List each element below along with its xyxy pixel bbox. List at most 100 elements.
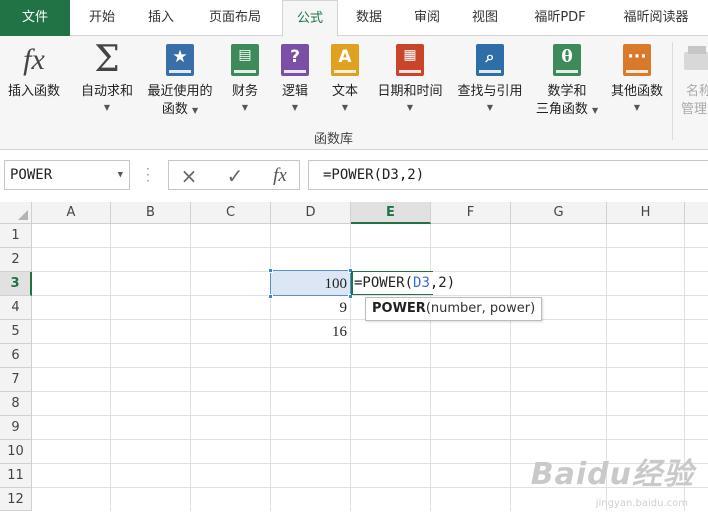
gridline: [32, 247, 708, 248]
name-manager-button[interactable]: 名称 管理: [676, 42, 708, 119]
watermark-logo: Baidu经验: [530, 457, 694, 492]
recently-used-button[interactable]: ★ 最近使用的 函数 ▼: [140, 42, 220, 120]
ribbon-tab-bar: 文件 开始 插入 页面布局 公式 数据 审阅 视图 福昕PDF 福昕阅读器: [0, 0, 708, 37]
chevron-down-icon: ▼: [241, 103, 249, 112]
tab-insert[interactable]: 插入: [134, 0, 188, 36]
math-trig-button[interactable]: θ 数学和 三角函数 ▼: [530, 42, 604, 120]
financial-label: 财务: [231, 84, 258, 99]
formula-reference: D3: [413, 275, 430, 291]
dots-book-icon: ···: [620, 42, 654, 78]
logical-button[interactable]: ? 逻辑 ▼: [272, 42, 318, 114]
row-header-2[interactable]: 2: [0, 248, 32, 272]
insert-function-label: 插入函数: [7, 84, 60, 99]
chevron-down-icon: ▼: [103, 103, 111, 112]
tab-foxit-pdf[interactable]: 福昕PDF: [518, 0, 602, 36]
more-functions-button[interactable]: ··· 其他函数 ▼: [604, 42, 670, 114]
chevron-down-icon[interactable]: ▼: [118, 161, 123, 189]
name-manager-label-line2: 管理: [681, 102, 708, 117]
gridline: [32, 367, 708, 368]
chevron-down-icon: ▼: [633, 103, 641, 112]
watermark-url: jingyan.baidu.com: [595, 498, 688, 509]
date-time-button[interactable]: ▦ 日期和时间 ▼: [370, 42, 450, 114]
group-separator: [672, 42, 673, 140]
chevron-down-icon: ▼: [341, 103, 349, 112]
autosum-button[interactable]: Σ 自动求和 ▼: [74, 42, 140, 114]
function-argument-tooltip[interactable]: POWER(number, power): [365, 297, 543, 321]
row-header-7[interactable]: 7: [0, 368, 32, 392]
question-book-icon: ?: [278, 42, 312, 78]
enter-icon[interactable]: ✓: [220, 163, 250, 189]
recently-used-label-line2: 函数: [161, 102, 188, 117]
text-label: 文本: [331, 84, 358, 99]
tab-view[interactable]: 视图: [458, 0, 512, 36]
tab-page-layout[interactable]: 页面布局: [194, 0, 276, 36]
insert-function-button[interactable]: fx 插入函数: [2, 42, 66, 101]
tooltip-function-name[interactable]: POWER: [372, 301, 426, 316]
letter-a-book-icon: A: [328, 42, 362, 78]
cell-e3-formula[interactable]: =POWER(D3,2): [354, 271, 455, 295]
row-header-1[interactable]: 1: [0, 224, 32, 248]
more-functions-label: 其他函数: [610, 84, 663, 99]
ribbon-formulas: fx 插入函数 Σ 自动求和 ▼ ★ 最近使用的 函数 ▼ ▤ 财务 ▼ ? 逻…: [0, 36, 708, 150]
recently-used-label: 最近使用的: [147, 84, 213, 99]
tab-file[interactable]: 文件: [0, 0, 70, 36]
math-trig-label-line2: 三角函数: [535, 102, 588, 117]
function-library-group-label: 函数库: [314, 132, 354, 147]
logical-label: 逻辑: [281, 84, 308, 99]
row-header-6[interactable]: 6: [0, 344, 32, 368]
name-box-value: POWER: [10, 167, 53, 183]
column-header-h[interactable]: H: [607, 202, 685, 224]
chevron-down-icon: ▼: [486, 103, 494, 112]
column-header-c[interactable]: C: [191, 202, 271, 224]
formula-bar: POWER ▼ · · · × ✓ fx =POWER(D3,2): [0, 150, 708, 202]
lookup-reference-button[interactable]: ⌕ 查找与引用 ▼: [450, 42, 530, 114]
column-header-g[interactable]: G: [511, 202, 607, 224]
name-box[interactable]: POWER ▼: [4, 160, 130, 190]
row-header-10[interactable]: 10: [0, 440, 32, 464]
column-header-f[interactable]: F: [431, 202, 511, 224]
column-header-a[interactable]: A: [32, 202, 111, 224]
row-header-8[interactable]: 8: [0, 392, 32, 416]
formula-bar-resize-handle[interactable]: · · ·: [146, 163, 150, 187]
tab-formulas[interactable]: 公式: [282, 0, 338, 37]
calendar-book-icon: ▦: [393, 42, 427, 78]
fx-icon: fx: [23, 43, 45, 76]
gridline: [32, 415, 708, 416]
formula-input[interactable]: =POWER(D3,2): [308, 160, 708, 190]
row-header-11[interactable]: 11: [0, 464, 32, 488]
row-header-5[interactable]: 5: [0, 320, 32, 344]
star-book-icon: ★: [163, 42, 197, 78]
gridline: [32, 439, 708, 440]
column-header-e[interactable]: E: [351, 202, 431, 224]
theta-book-icon: θ: [550, 42, 584, 78]
text-button[interactable]: A 文本 ▼: [322, 42, 368, 114]
magnifier-book-icon: ⌕: [473, 42, 507, 78]
column-header-d[interactable]: D: [271, 202, 351, 224]
cell-d5[interactable]: 16: [271, 320, 350, 344]
select-all-button[interactable]: [0, 202, 32, 224]
cancel-icon[interactable]: ×: [174, 163, 204, 189]
cell-d3[interactable]: 100: [271, 272, 350, 296]
column-header-b[interactable]: B: [111, 202, 191, 224]
tab-data[interactable]: 数据: [342, 0, 396, 36]
name-manager-icon: [684, 42, 708, 78]
row-header-12[interactable]: 12: [0, 488, 32, 511]
financial-button[interactable]: ▤ 财务 ▼: [222, 42, 268, 114]
row-header-3[interactable]: 3: [0, 272, 32, 296]
coins-book-icon: ▤: [228, 42, 262, 78]
tab-home[interactable]: 开始: [76, 0, 128, 36]
gridline: [32, 391, 708, 392]
date-time-label: 日期和时间: [377, 84, 443, 99]
autosum-label: 自动求和: [80, 84, 133, 99]
gridline: [32, 295, 708, 296]
cell-d4[interactable]: 9: [271, 296, 350, 320]
formula-suffix: ,2): [429, 275, 456, 291]
formula-prefix: =POWER(: [354, 275, 414, 291]
row-header-9[interactable]: 9: [0, 416, 32, 440]
sigma-icon: Σ: [94, 39, 120, 80]
tab-foxit-reader[interactable]: 福昕阅读器: [606, 0, 706, 36]
chevron-down-icon: ▼: [592, 106, 599, 115]
row-header-4[interactable]: 4: [0, 296, 32, 320]
tab-review[interactable]: 审阅: [400, 0, 454, 36]
insert-function-icon[interactable]: fx: [265, 163, 295, 189]
